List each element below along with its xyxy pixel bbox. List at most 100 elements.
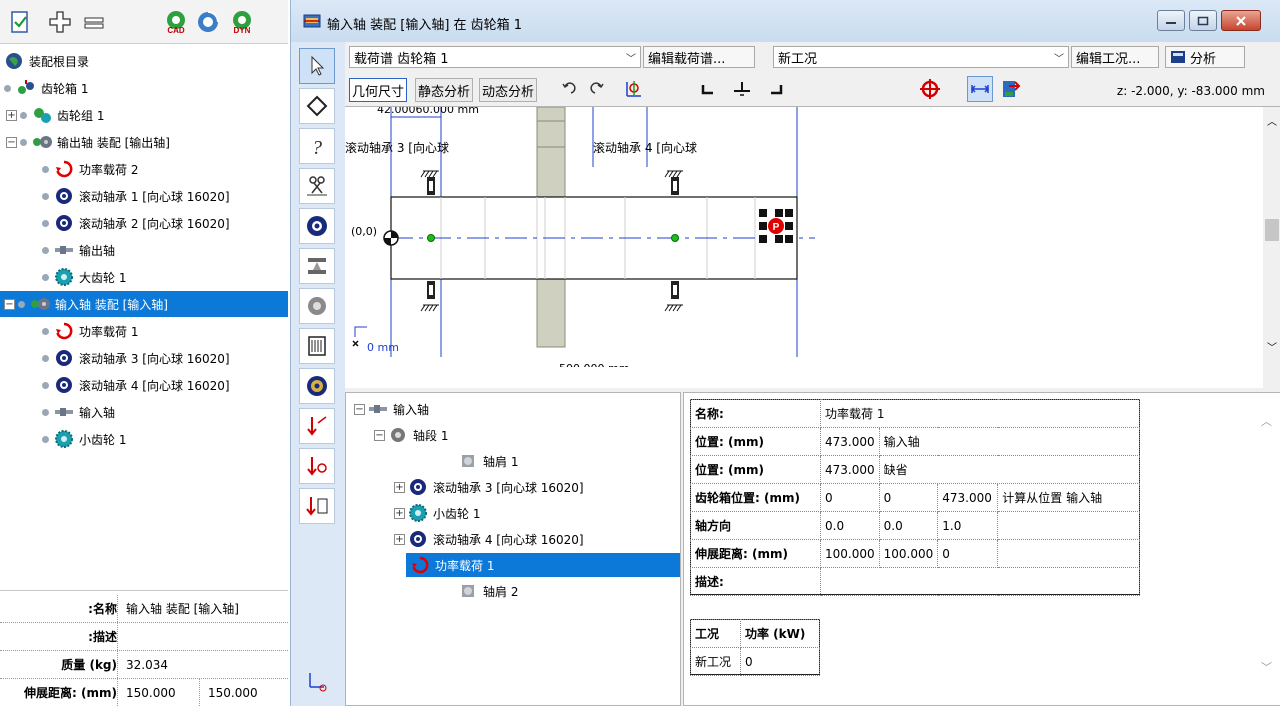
crosshair-icon[interactable] [917,76,943,102]
gear-tool-icon[interactable] [299,288,335,324]
tree-item[interactable]: 功率载荷 1 [406,553,680,577]
tree-item[interactable]: 滚动轴承 4 [向心球 16020] [0,372,288,398]
support-tool-icon[interactable] [299,248,335,284]
coupling-tool-icon[interactable] [299,368,335,404]
bearing-tool-icon[interactable] [299,208,335,244]
scroll-thumb[interactable] [1265,219,1279,241]
expand-toggle-icon[interactable]: + [6,109,17,121]
duty-cycle-select[interactable]: 新工况 ﹀ [773,46,1069,68]
scissors-icon[interactable] [299,168,335,204]
expand-toggle-icon[interactable]: + [394,481,405,493]
tree-item[interactable]: 输出轴 [0,237,288,263]
analyze-button[interactable]: 分析 [1165,46,1245,68]
prop-value[interactable]: 1.0 [937,511,999,540]
prop-value[interactable] [820,567,1140,596]
tab-static-analysis[interactable]: 静态分析 [415,78,474,102]
tree-item[interactable]: 轴肩 2 [346,579,680,603]
scroll-down-icon[interactable]: ﹀ [1267,339,1277,354]
tree-item[interactable]: 功率载荷 1 [0,318,288,344]
assembly-tree[interactable]: 装配根目录 齿轮箱 1 + 齿轮组 1 − 输出轴 装配 [输出轴] 功率载荷 2 滚动轴承 … [0,46,288,576]
tree-item[interactable]: 输入轴 [0,399,288,425]
spline-tool-icon[interactable] [299,328,335,364]
close-button[interactable] [1221,10,1261,31]
help-question-icon[interactable]: ? [299,128,335,164]
prop-value-2[interactable]: 150.000 [200,679,258,706]
select-arrow-icon[interactable] [299,48,335,84]
collapse-toggle-icon[interactable]: − [354,403,365,415]
tree-item[interactable]: − 轴段 1 [346,423,680,447]
scroll-up-icon[interactable]: ︿ [1267,113,1277,128]
tree-item[interactable]: + 齿轮组 1 [0,102,288,128]
prop-value[interactable]: 100.000 [820,539,880,568]
calc-load-icon[interactable] [299,488,335,524]
right-end-icon[interactable] [763,76,789,102]
prop-value[interactable]: 150.000 [118,679,200,706]
bearing-node[interactable] [427,234,435,242]
axes-icon[interactable] [299,662,335,698]
load-tool-icon[interactable] [299,448,335,484]
bearing-4-top[interactable] [664,170,683,195]
prop-value[interactable]: 输入轴 [878,427,1141,456]
scroll-up-icon[interactable]: ︿ [1261,413,1272,429]
maximize-button[interactable] [1189,10,1217,31]
tree-item[interactable]: 装配根目录 [0,48,288,74]
redo-icon[interactable] [585,76,611,102]
add-component-icon[interactable] [46,8,74,36]
tab-geometry[interactable]: 几何尺寸 [349,78,408,102]
minimize-button[interactable] [1157,10,1185,31]
collapse-toggle-icon[interactable]: − [6,136,17,148]
tab-dynamic-analysis[interactable]: 动态分析 [479,78,538,102]
tree-item[interactable]: − 输入轴 装配 [输入轴] [0,291,288,317]
tree-item[interactable]: 滚动轴承 3 [向心球 16020] [0,345,288,371]
prop-value[interactable]: 473.000 [820,427,880,456]
eraser-icon[interactable] [299,88,335,124]
power-load-marker[interactable]: P [759,209,793,243]
dimension-toggle-icon[interactable] [967,76,993,102]
tree-item[interactable]: − 输入轴 [346,397,680,421]
bearing-3-top[interactable] [420,170,439,195]
collapse-toggle-icon[interactable]: − [4,298,15,310]
prop-value[interactable]: 0.0 [878,511,939,540]
prop-value[interactable]: 0 [878,483,939,512]
bearing-4-bottom[interactable] [664,281,683,312]
collapse-toggle-icon[interactable]: − [374,429,385,441]
prop-value[interactable]: 缺省 [878,455,1141,484]
dyn-icon[interactable]: DYN [228,8,256,36]
tree-item[interactable]: 滚动轴承 2 [向心球 16020] [0,210,288,236]
tree-item[interactable]: + 滚动轴承 4 [向心球 16020] [346,527,680,551]
edit-load-spectrum-button[interactable]: 编辑载荷谱... [643,46,755,68]
tree-item[interactable]: 小齿轮 1 [0,426,288,452]
duty-power-value[interactable]: 0 [740,647,820,676]
tree-item[interactable]: 大齿轮 1 [0,264,288,290]
expand-toggle-icon[interactable]: + [394,507,405,519]
shaft-component-tree[interactable]: − 输入轴 − 轴段 1 轴肩 1 + 滚动轴承 3 [向心球 16020] + 小齿轮 1 + 滚… [345,392,681,706]
prop-value[interactable]: 功率载荷 1 [820,399,1140,428]
collapse-icon[interactable] [80,8,108,36]
document-check-icon[interactable] [6,8,34,36]
bearing-3-bottom[interactable] [420,281,439,312]
prop-value[interactable]: 473.000 [937,483,999,512]
view-axes-icon[interactable] [621,76,647,102]
canvas-vertical-scrollbar[interactable]: ︿ ﹀ [1263,107,1280,388]
edit-duty-button[interactable]: 编辑工况... [1071,46,1159,68]
prop-value[interactable]: 0 [937,539,999,568]
window-titlebar[interactable]: 输入轴 装配 [输入轴] 在 齿轮箱 1 [291,0,1280,42]
prop-value[interactable]: 473.000 [820,455,880,484]
tree-item[interactable]: + 滚动轴承 3 [向心球 16020] [346,475,680,499]
cad-export-icon[interactable]: CAD [162,8,190,36]
expand-toggle-icon[interactable]: + [394,533,405,545]
tree-item[interactable]: 滚动轴承 1 [向心球 16020] [0,183,288,209]
tree-item[interactable]: + 小齿轮 1 [346,501,680,525]
load-spectrum-select[interactable]: 载荷谱 齿轮箱 1 ﹀ [349,46,641,68]
undo-icon[interactable] [555,76,581,102]
refresh-icon[interactable] [194,8,222,36]
prop-value[interactable] [118,623,126,650]
shaft-drawing-canvas[interactable]: P 42.00060.000 mm 滚动轴承 3 [向心球 滚动轴承 4 [向心… [345,106,1280,388]
export-view-icon[interactable] [997,76,1023,102]
force-tool-icon[interactable] [299,408,335,444]
left-end-icon[interactable] [695,76,721,102]
prop-value[interactable]: 0.0 [820,511,880,540]
prop-value[interactable]: 输入轴 装配 [输入轴] [118,595,239,622]
scroll-down-icon[interactable]: ﹀ [1261,659,1272,675]
tree-item[interactable]: 轴肩 1 [346,449,680,473]
